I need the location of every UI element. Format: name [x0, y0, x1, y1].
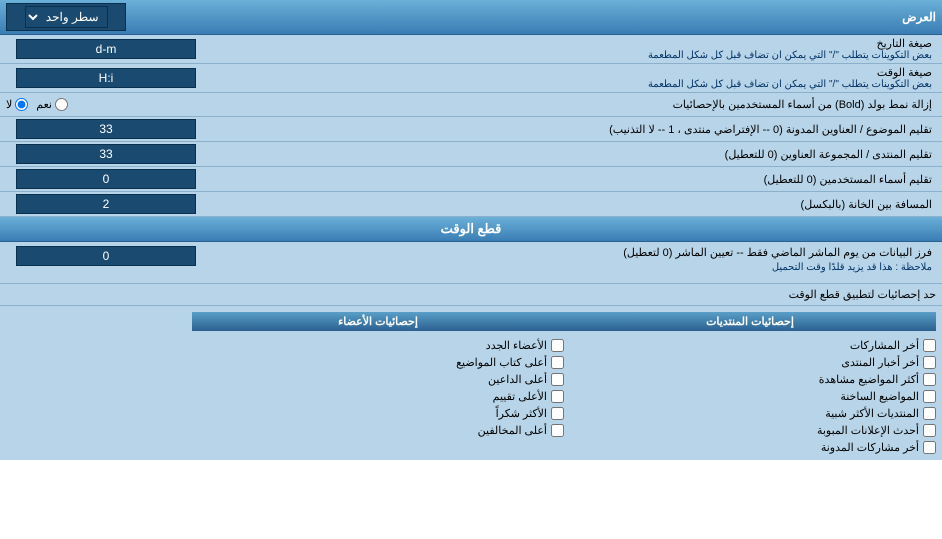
checkbox-posts-4-input[interactable]: [923, 390, 936, 403]
checkbox-members-2-input[interactable]: [551, 356, 564, 369]
checkbox-members-6: أعلى المخالفين: [192, 424, 564, 437]
sort-users-label: تقليم أسماء المستخدمين (0 للتعطيل): [206, 173, 936, 186]
cutoff-top-row: فرز البيانات من يوم الماشر الماضي فقط --…: [6, 246, 936, 275]
stats-limit-label: حد إحصائيات لتطبيق قطع الوقت: [6, 288, 936, 301]
checkbox-posts-5: المنتديات الأكثر شبية: [564, 407, 936, 420]
sort-users-row: تقليم أسماء المستخدمين (0 للتعطيل): [0, 167, 942, 192]
date-format-label: صيغة التاريخ بعض التكوينات يتطلب "/" الت…: [206, 37, 936, 61]
bold-row: إزالة نمط بولد (Bold) من أسماء المستخدمي…: [0, 93, 942, 117]
checkbox-members-5-input[interactable]: [551, 407, 564, 420]
checkbox-members-4: الأعلى تقييم: [192, 390, 564, 403]
checkbox-members-3-input[interactable]: [551, 373, 564, 386]
sort-posts-row: تقليم الموضوع / العناوين المدونة (0 -- ا…: [0, 117, 942, 142]
sort-forum-control: [6, 144, 206, 164]
cutoff-label: فرز البيانات من يوم الماشر الماضي فقط --…: [206, 246, 936, 275]
stats-posts-header: إحصائيات المنتديات: [564, 312, 936, 331]
time-format-control: [6, 68, 206, 88]
checkbox-posts-6: أحدث الإعلانات المبوبة: [564, 424, 936, 437]
checkbox-posts-6-input[interactable]: [923, 424, 936, 437]
bold-yes-radio[interactable]: [55, 98, 68, 111]
checkbox-posts-7-input[interactable]: [923, 441, 936, 454]
checkbox-members-2: أعلى كتاب المواضيع: [192, 356, 564, 369]
checkbox-posts-3-input[interactable]: [923, 373, 936, 386]
sort-forum-input[interactable]: [16, 144, 196, 164]
sort-posts-label: تقليم الموضوع / العناوين المدونة (0 -- ا…: [206, 123, 936, 136]
spacing-input[interactable]: [16, 194, 196, 214]
stats-extra-column: [6, 312, 192, 454]
cutoff-title: قطع الوقت: [0, 217, 942, 242]
date-format-control: [6, 39, 206, 59]
checkbox-posts-2-input[interactable]: [923, 356, 936, 369]
checkbox-posts-1: أخر المشاركات: [564, 339, 936, 352]
checkbox-posts-5-input[interactable]: [923, 407, 936, 420]
stats-members-header: إحصائيات الأعضاء: [192, 312, 564, 331]
checkbox-members-6-input[interactable]: [551, 424, 564, 437]
checkboxes-container: إحصائيات المنتديات أخر المشاركات أخر أخب…: [0, 306, 942, 460]
sort-forum-label: تقليم المنتدى / المجموعة العناوين (0 للت…: [206, 148, 936, 161]
time-format-input[interactable]: [16, 68, 196, 88]
cutoff-control: [6, 246, 206, 266]
stats-members-column: إحصائيات الأعضاء الأعضاء الجدد أعلى كتاب…: [192, 312, 564, 454]
bold-radio-group: نعم لا: [6, 98, 68, 111]
cutoff-input[interactable]: [16, 246, 196, 266]
checkbox-posts-7: أخر مشاركات المدونة: [564, 441, 936, 454]
cutoff-section: فرز البيانات من يوم الماشر الماضي فقط --…: [0, 242, 942, 284]
date-format-row: صيغة التاريخ بعض التكوينات يتطلب "/" الت…: [0, 35, 942, 64]
checkbox-members-5: الأكثر شكراً: [192, 407, 564, 420]
spacing-row: المسافة بين الخانة (بالبكسل): [0, 192, 942, 217]
checkbox-posts-3: أكثر المواضيع مشاهدة: [564, 373, 936, 386]
stats-posts-column: إحصائيات المنتديات أخر المشاركات أخر أخب…: [564, 312, 936, 454]
bold-yes-option[interactable]: نعم: [36, 98, 68, 111]
spacing-control: [6, 194, 206, 214]
spacing-label: المسافة بين الخانة (بالبكسل): [206, 198, 936, 211]
checkbox-posts-4: المواضيع الساخنة: [564, 390, 936, 403]
sort-users-input[interactable]: [16, 169, 196, 189]
display-mode-select[interactable]: سطر واحد: [25, 6, 108, 28]
bold-no-radio[interactable]: [15, 98, 28, 111]
main-container: العرض سطر واحد صيغة التاريخ بعض التكوينا…: [0, 0, 942, 460]
sort-posts-input[interactable]: [16, 119, 196, 139]
display-mode-row: العرض سطر واحد: [0, 0, 942, 35]
sort-posts-control: [6, 119, 206, 139]
checkbox-posts-2: أخر أخبار المنتدى: [564, 356, 936, 369]
stats-limit-row: حد إحصائيات لتطبيق قطع الوقت: [0, 284, 942, 306]
checkbox-posts-1-input[interactable]: [923, 339, 936, 352]
bold-label: إزالة نمط بولد (Bold) من أسماء المستخدمي…: [68, 98, 936, 111]
sort-users-control: [6, 169, 206, 189]
display-mode-label: العرض: [126, 10, 936, 24]
checkbox-members-4-input[interactable]: [551, 390, 564, 403]
checkbox-members-1: الأعضاء الجدد: [192, 339, 564, 352]
date-format-input[interactable]: [16, 39, 196, 59]
bold-no-option[interactable]: لا: [6, 98, 28, 111]
checkbox-members-1-input[interactable]: [551, 339, 564, 352]
checkbox-members-3: أعلى الداعين: [192, 373, 564, 386]
sort-forum-row: تقليم المنتدى / المجموعة العناوين (0 للت…: [0, 142, 942, 167]
display-mode-control: سطر واحد: [6, 3, 126, 31]
time-format-row: صيغة الوقت بعض التكوينات يتطلب "/" التي …: [0, 64, 942, 93]
time-format-label: صيغة الوقت بعض التكوينات يتطلب "/" التي …: [206, 66, 936, 90]
